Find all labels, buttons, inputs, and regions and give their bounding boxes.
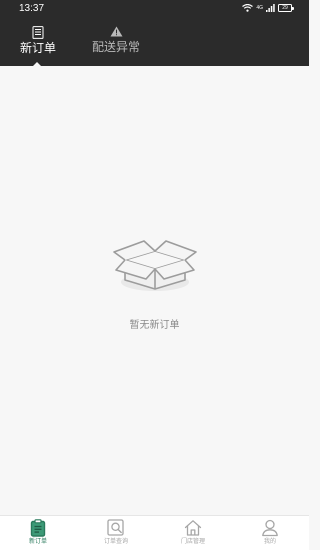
search-document-icon — [107, 519, 124, 536]
nav-profile[interactable]: 我的 — [245, 519, 295, 546]
tab-new-orders-label: 新订单 — [19, 41, 56, 55]
nav-store-management[interactable]: 门店管理 — [168, 519, 218, 546]
status-bar: 13:37 4G 29 — [0, 0, 309, 18]
open-box-icon — [113, 240, 197, 291]
signal-icon — [266, 4, 275, 12]
nav-order-search[interactable]: 订单查询 — [91, 519, 141, 546]
tab-delivery-exception[interactable]: 配送异常 — [88, 18, 144, 66]
status-icons: 4G 29 — [242, 4, 294, 12]
empty-state-message: 暂无新订单 — [129, 320, 180, 331]
nav-profile-label: 我的 — [263, 538, 276, 545]
bottom-nav-bar: 新订单 订单查询 门店管理 我的 — [0, 515, 309, 550]
clipboard-icon — [30, 519, 46, 537]
nav-new-orders-label: 新订单 — [28, 538, 47, 545]
network-type: 4G — [256, 5, 263, 11]
battery-level: 29 — [282, 5, 288, 11]
warning-icon — [110, 26, 122, 37]
wifi-icon — [242, 4, 254, 12]
battery-icon: 29 — [278, 4, 294, 12]
nav-store-management-label: 门店管理 — [180, 538, 205, 545]
nav-new-orders[interactable]: 新订单 — [13, 519, 63, 546]
status-time: 13:37 — [19, 3, 45, 14]
tab-delivery-exception-label: 配送异常 — [91, 40, 140, 54]
top-tab-bar: 新订单 配送异常 — [0, 18, 309, 66]
store-house-icon — [184, 520, 202, 536]
tab-new-orders[interactable]: 新订单 — [18, 18, 58, 66]
order-list-area: 暂无新订单 — [0, 66, 309, 515]
user-icon — [262, 519, 278, 537]
nav-order-search-label: 订单查询 — [103, 538, 128, 545]
document-list-icon — [32, 26, 44, 39]
